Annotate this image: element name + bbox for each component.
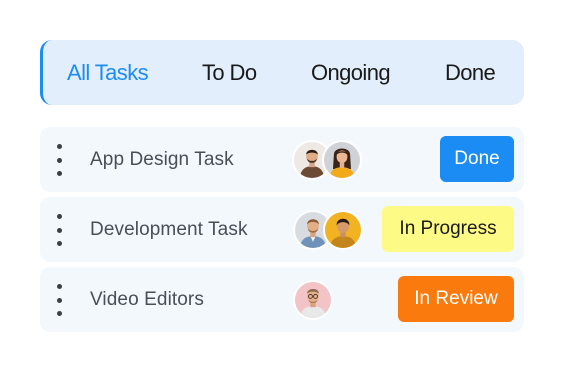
more-options-icon[interactable] xyxy=(56,214,62,246)
woman-yellow-top-avatar[interactable] xyxy=(322,140,362,180)
more-options-icon[interactable] xyxy=(56,284,62,316)
tab-all-tasks[interactable]: All Tasks xyxy=(67,40,149,105)
status-badge[interactable]: In Progress xyxy=(382,206,514,252)
status-badge[interactable]: In Review xyxy=(398,276,514,322)
task-row[interactable]: Development Task In Progress xyxy=(40,197,524,262)
task-title: Video Editors xyxy=(90,288,204,310)
task-row[interactable]: App Design Task Done xyxy=(40,127,524,192)
man-glasses-pink-background-avatar[interactable] xyxy=(293,280,333,320)
tab-done[interactable]: Done xyxy=(445,40,496,105)
tab-to-do[interactable]: To Do xyxy=(202,40,257,105)
man-yellow-background-avatar[interactable] xyxy=(323,210,363,250)
filter-tabs: All Tasks To Do Ongoing Done xyxy=(40,40,524,105)
more-options-icon[interactable] xyxy=(56,144,62,176)
task-title: Development Task xyxy=(90,218,248,240)
task-title: App Design Task xyxy=(90,148,234,170)
task-row[interactable]: Video Editors In Review xyxy=(40,267,524,332)
status-badge[interactable]: Done xyxy=(440,136,514,182)
tab-ongoing[interactable]: Ongoing xyxy=(311,40,391,105)
task-board: All Tasks To Do Ongoing Done App Design … xyxy=(0,0,564,392)
